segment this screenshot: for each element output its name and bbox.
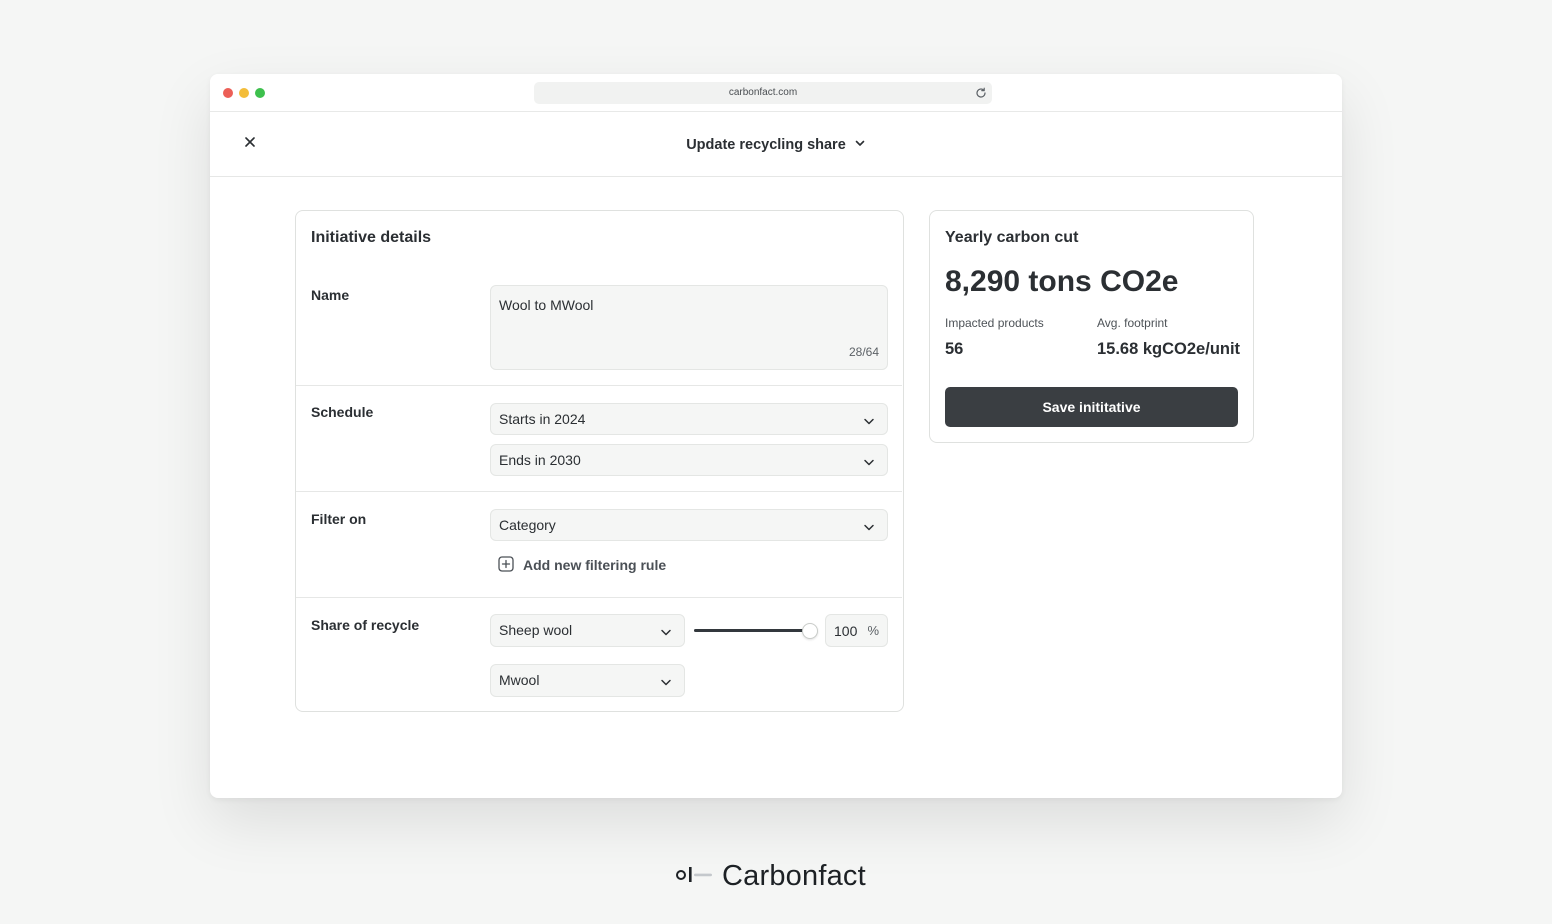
add-filter-rule-button[interactable]: Add new filtering rule: [498, 555, 666, 575]
slider-fill: [694, 629, 810, 632]
filter-label: Filter on: [311, 511, 367, 527]
share-percent-unit: %: [867, 623, 879, 638]
chevron-down-icon: [863, 414, 875, 426]
carbon-cut-summary-card: Yearly carbon cut 8,290 tons CO2e Impact…: [929, 210, 1254, 443]
window-minimize-dot[interactable]: [239, 88, 249, 98]
avg-footprint-label: Avg. footprint: [1097, 316, 1168, 330]
window-close-dot[interactable]: [223, 88, 233, 98]
name-label: Name: [311, 287, 350, 303]
save-initiative-button[interactable]: Save inititative: [945, 387, 1238, 427]
impacted-products-label: Impacted products: [945, 316, 1044, 330]
share-label: Share of recycle: [311, 617, 420, 633]
start-year-value: Starts in 2024: [499, 411, 586, 427]
modal-header: Update recycling share: [210, 112, 1342, 177]
share-slider[interactable]: [694, 621, 818, 641]
from-material-select[interactable]: Sheep wool: [490, 614, 685, 647]
name-value: Wool to MWool: [499, 297, 594, 313]
header-title-text[interactable]: Update recycling share: [686, 137, 846, 153]
chevron-down-icon: [863, 455, 875, 467]
address-bar[interactable]: carbonfact.com: [534, 82, 992, 104]
summary-title: Yearly carbon cut: [945, 229, 1079, 246]
from-material-value: Sheep wool: [499, 622, 573, 638]
reload-icon[interactable]: [974, 86, 988, 100]
address-bar-url: carbonfact.com: [728, 87, 798, 98]
add-filter-rule-label: Add new filtering rule: [523, 557, 667, 573]
impacted-products-value: 56: [945, 340, 964, 358]
chevron-down-icon: [660, 675, 672, 687]
char-count: 28/64: [848, 345, 879, 359]
start-year-select[interactable]: Starts in 2024: [490, 403, 888, 435]
brand-name: Carbonfact: [722, 859, 866, 892]
avg-footprint-value: 15.68 kgCO2e/unit: [1097, 340, 1241, 358]
filter-category-select[interactable]: Category: [490, 509, 888, 541]
window-maximize-dot[interactable]: [255, 88, 265, 98]
brand-footer: Carbonfact: [676, 856, 866, 896]
to-material-value: Mwool: [499, 672, 540, 688]
chevron-down-icon: [863, 520, 875, 532]
share-percent-value: 100: [834, 623, 858, 639]
initiative-details-card: Initiative details Name Wool to MWool 28…: [295, 210, 904, 712]
name-textarea[interactable]: Wool to MWool 28/64: [490, 285, 888, 370]
browser-titlebar: carbonfact.com: [210, 74, 1342, 112]
plus-square-icon: [498, 555, 514, 575]
schedule-label: Schedule: [311, 404, 374, 420]
share-percent-input[interactable]: 100 %: [825, 614, 888, 647]
chevron-down-icon: [660, 625, 672, 637]
to-material-select[interactable]: Mwool: [490, 664, 685, 697]
end-year-value: Ends in 2030: [499, 452, 581, 468]
close-icon: [244, 135, 256, 153]
filter-row: Filter on: [296, 491, 902, 597]
carbon-cut-total: 8,290 tons CO2e: [945, 265, 1179, 298]
header-title: Update recycling share: [210, 112, 1342, 177]
end-year-select[interactable]: Ends in 2030: [490, 444, 888, 476]
details-title: Initiative details: [311, 229, 432, 246]
close-button[interactable]: [240, 134, 260, 154]
browser-window: carbonfact.com Update recycling share In…: [210, 74, 1342, 798]
chevron-down-icon[interactable]: [854, 137, 866, 153]
slider-thumb[interactable]: [802, 623, 818, 639]
carbonfact-logo-icon: [676, 864, 714, 889]
filter-value: Category: [499, 517, 556, 533]
